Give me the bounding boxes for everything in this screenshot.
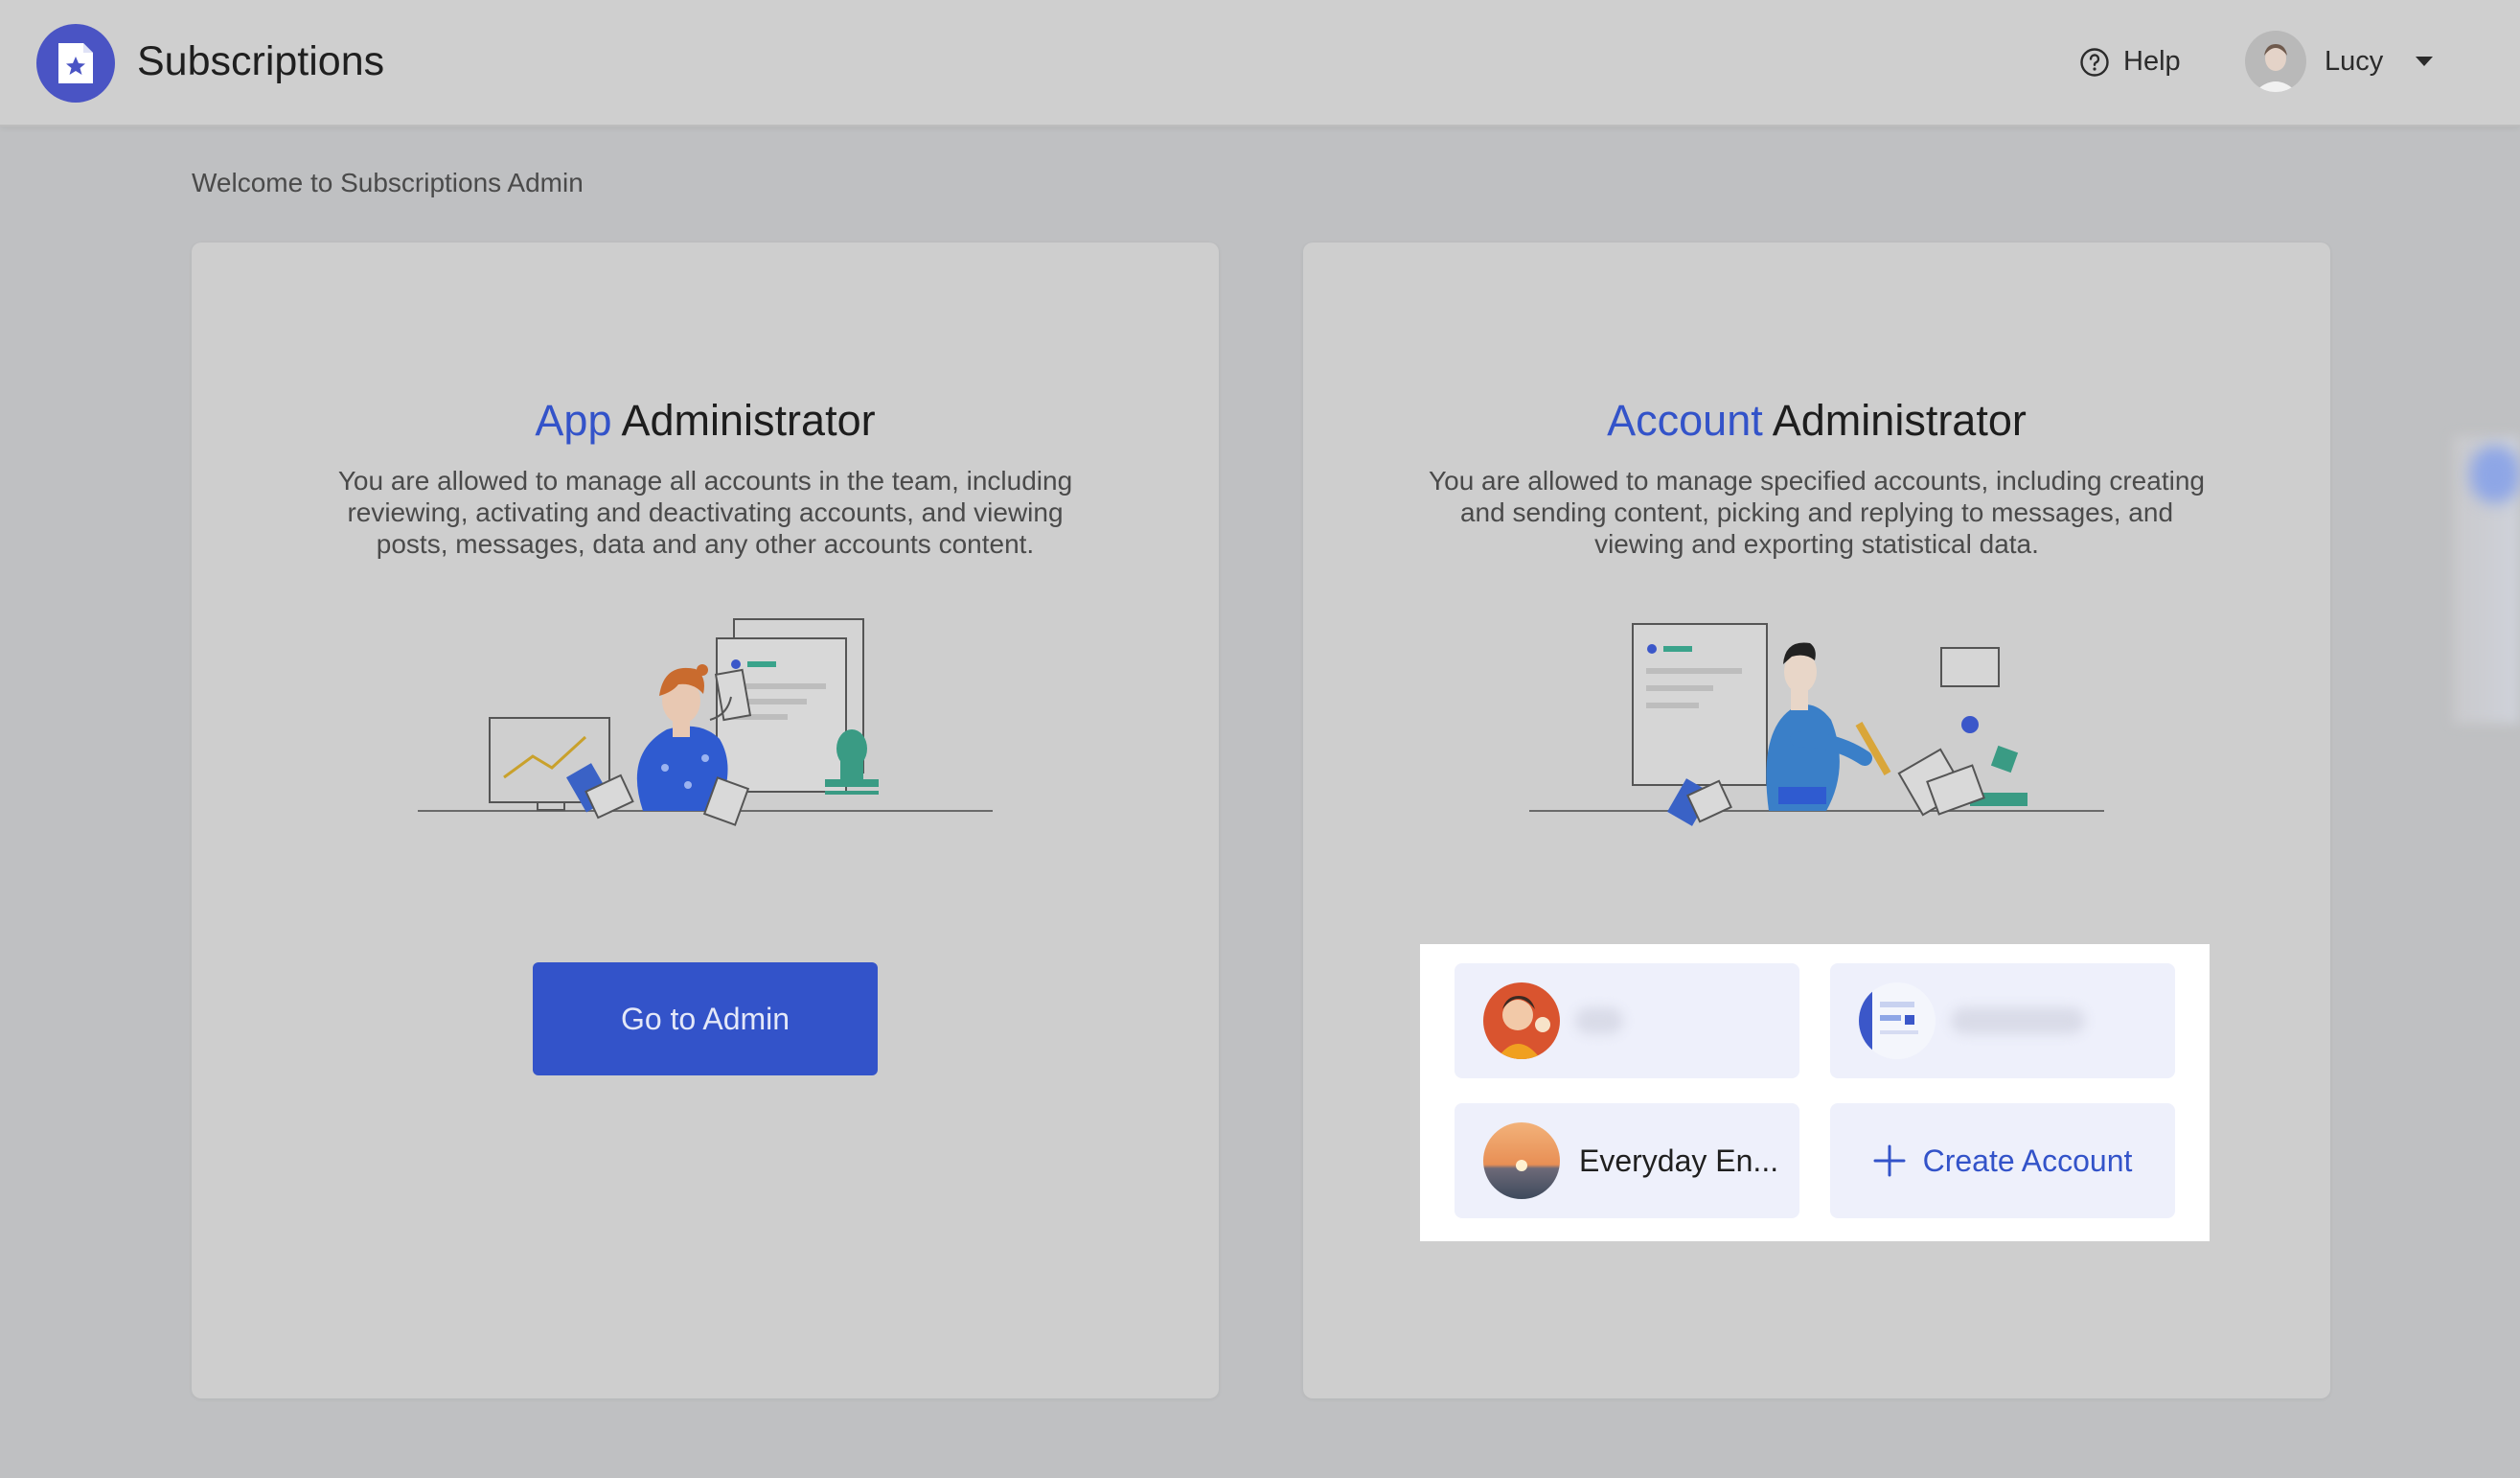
user-avatar	[2245, 31, 2306, 92]
plus-icon	[1873, 1144, 1906, 1177]
card-title: Account Administrator	[1303, 396, 2330, 446]
app-admin-card: App Administrator You are allowed to man…	[192, 242, 1219, 1398]
card-title: App Administrator	[192, 396, 1219, 446]
welcome-text: Welcome to Subscriptions Admin	[192, 168, 584, 197]
account-avatar	[1859, 982, 1936, 1059]
account-name-blurred	[1575, 1007, 1623, 1034]
account-avatar	[1483, 982, 1560, 1059]
account-avatar	[1483, 1122, 1560, 1199]
blurred-side-badge	[2470, 446, 2520, 503]
go-to-admin-button[interactable]: Go to Admin	[533, 962, 878, 1075]
app-logo[interactable]	[36, 24, 115, 103]
account-name-blurred	[1951, 1007, 2085, 1034]
create-account-label: Create Account	[1922, 1143, 2133, 1178]
account-card-2[interactable]	[1830, 963, 2175, 1078]
help-circle-icon	[2080, 47, 2109, 77]
user-menu[interactable]: Lucy	[2245, 31, 2435, 92]
user-name: Lucy	[2325, 45, 2384, 77]
accounts-panel: Everyday En... Create Account	[1420, 944, 2210, 1241]
account-card-1[interactable]	[1455, 963, 1799, 1078]
help-label: Help	[2123, 46, 2181, 77]
app-admin-illustration	[418, 618, 993, 826]
app-title: Subscriptions	[137, 38, 385, 84]
card-description: You are allowed to manage all accounts i…	[337, 466, 1073, 559]
caret-down-icon	[2416, 57, 2434, 66]
account-admin-illustration	[1529, 623, 2104, 826]
account-name: Everyday En...	[1579, 1143, 1779, 1178]
title-rest: Administrator	[611, 396, 876, 445]
title-accent: Account	[1607, 396, 1763, 445]
card-description: You are allowed to manage specified acco…	[1429, 466, 2205, 559]
title-accent: App	[535, 396, 612, 445]
account-card-3[interactable]: Everyday En...	[1455, 1103, 1799, 1218]
help-link[interactable]: Help	[2079, 46, 2181, 78]
create-account-button[interactable]: Create Account	[1830, 1103, 2175, 1218]
top-bar: Subscriptions Help Lucy	[0, 0, 2520, 127]
star-document-icon	[58, 43, 93, 83]
title-rest: Administrator	[1762, 396, 2027, 445]
